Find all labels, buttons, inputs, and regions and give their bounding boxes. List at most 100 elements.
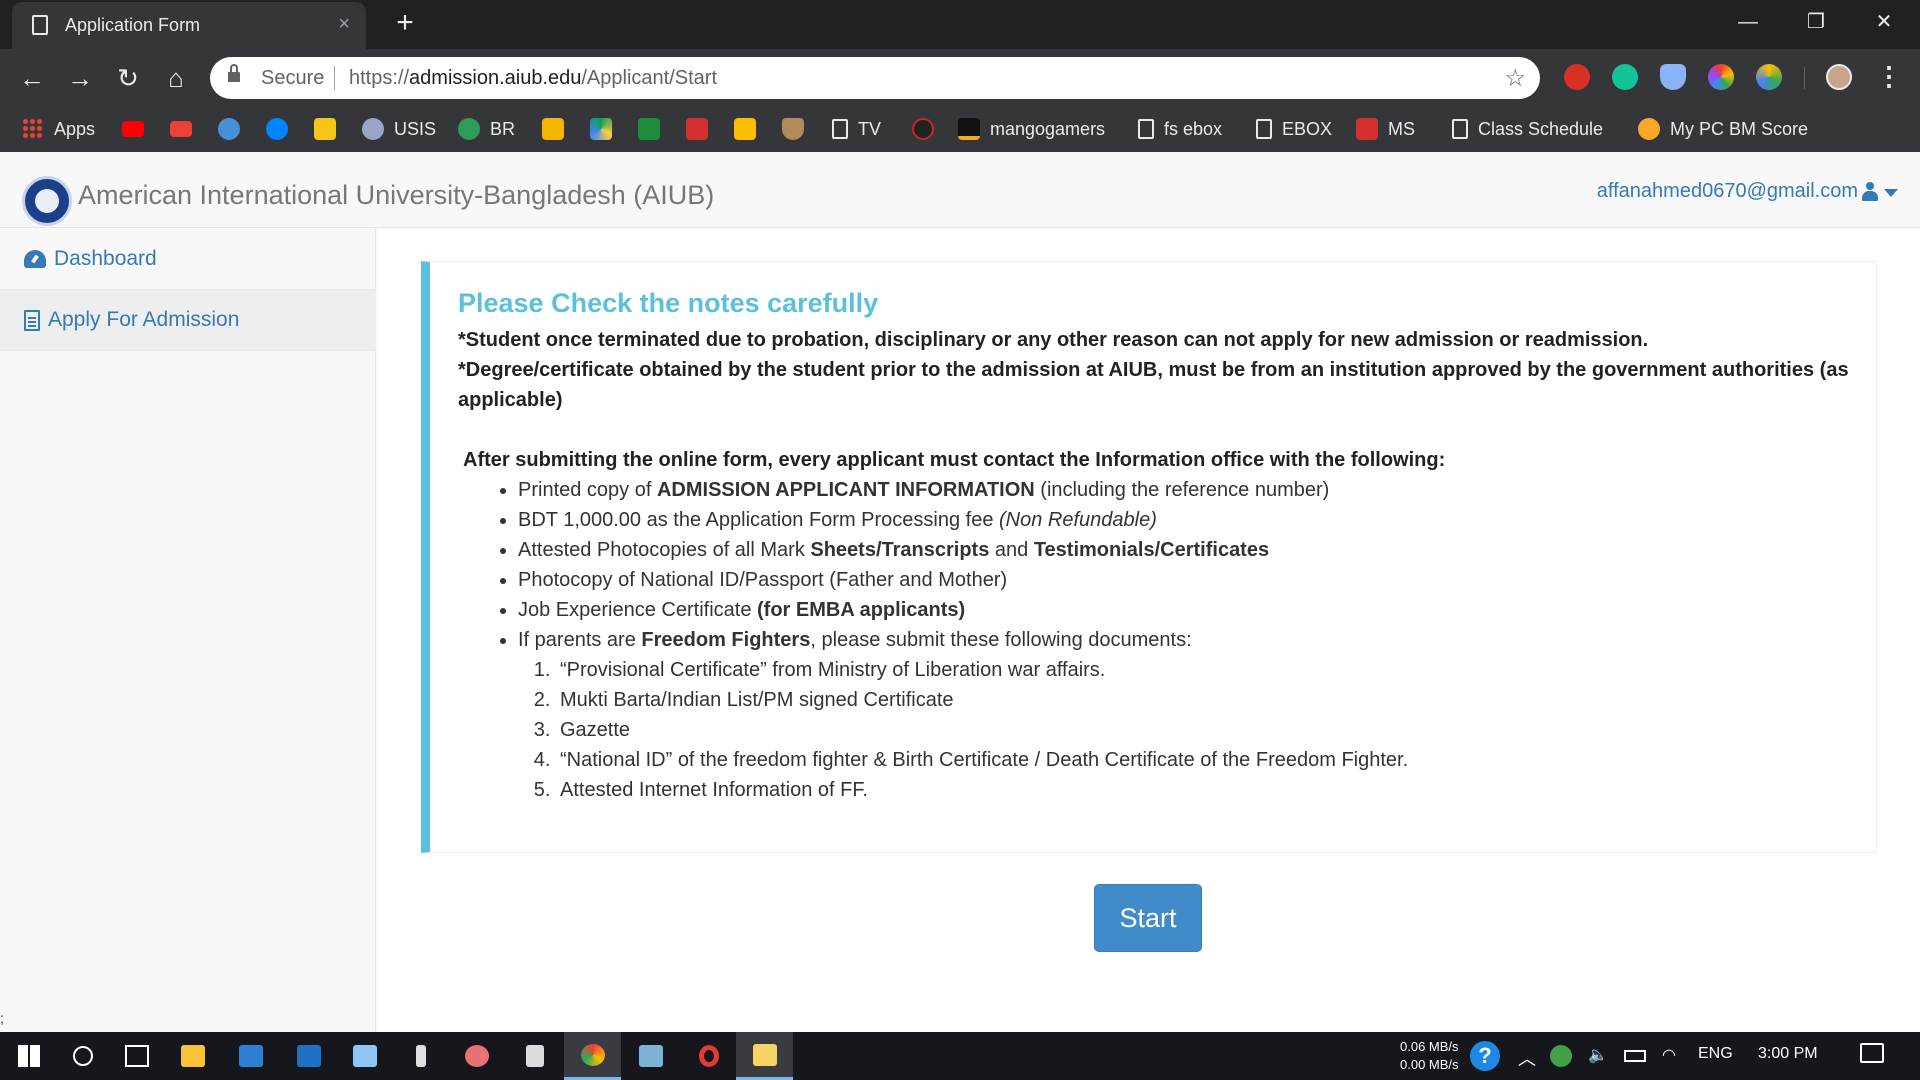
list-item: Photocopy of National ID/Passport (Fathe… bbox=[518, 565, 1852, 595]
main-content: Please Check the notes carefully *Studen… bbox=[377, 229, 1920, 1032]
close-window-button[interactable]: ✕ bbox=[1854, 4, 1914, 40]
lock-icon[interactable] bbox=[228, 64, 240, 83]
user-icon[interactable] bbox=[1862, 182, 1878, 202]
grammarly-extension-icon[interactable] bbox=[1612, 64, 1638, 90]
bookmark-mangogamers[interactable]: mangogamers bbox=[958, 116, 1105, 142]
wifi-icon[interactable]: ◠ bbox=[1662, 1045, 1676, 1065]
url-text[interactable]: https://admission.aiub.edu/Applicant/Sta… bbox=[349, 67, 717, 90]
taskbar-calculator[interactable] bbox=[506, 1032, 563, 1080]
profile-avatar[interactable] bbox=[1826, 64, 1852, 90]
sidebar-item-dashboard[interactable]: Dashboard bbox=[0, 229, 376, 290]
bookmark-tv[interactable]: TV bbox=[832, 116, 881, 142]
start-menu-button[interactable] bbox=[0, 1032, 57, 1080]
bookmark-symbolab[interactable] bbox=[686, 116, 708, 142]
reload-button[interactable]: ↻ bbox=[110, 60, 146, 96]
bookmark-tumblr[interactable] bbox=[218, 116, 240, 142]
google-extension-icon[interactable] bbox=[1756, 64, 1782, 90]
calculator-icon bbox=[525, 1045, 544, 1067]
bookmark-ebox[interactable]: EBOX bbox=[1256, 116, 1332, 142]
bookmark-apps[interactable]: Apps bbox=[22, 116, 95, 142]
bookmark-star-icon[interactable]: ☆ bbox=[1504, 64, 1526, 93]
taskbar-3d-viewer[interactable] bbox=[336, 1032, 393, 1080]
divider bbox=[334, 66, 335, 90]
list-item: If parents are Freedom Fighters, please … bbox=[518, 625, 1852, 655]
bookmark-dark[interactable] bbox=[912, 116, 934, 142]
bookmark-keep[interactable] bbox=[734, 116, 756, 142]
clock[interactable]: 3:00 PM bbox=[1758, 1045, 1818, 1063]
battery-icon[interactable] bbox=[1624, 1050, 1646, 1062]
stray-text: ; bbox=[0, 1010, 4, 1026]
apps-grid-icon bbox=[22, 118, 44, 140]
youtube-icon bbox=[122, 121, 144, 137]
action-center-icon[interactable] bbox=[1860, 1043, 1884, 1063]
minimize-button[interactable]: — bbox=[1718, 4, 1778, 40]
taskbar-j-app[interactable] bbox=[392, 1032, 449, 1080]
chrome-icon bbox=[580, 1043, 605, 1066]
keep-icon bbox=[734, 118, 756, 140]
help-icon[interactable]: ? bbox=[1470, 1041, 1500, 1071]
bookmark-gmail[interactable] bbox=[170, 116, 192, 142]
bookmark-br[interactable]: BR bbox=[458, 116, 515, 142]
restore-button[interactable]: ❐ bbox=[1786, 4, 1846, 40]
search-button[interactable] bbox=[54, 1032, 111, 1080]
color-wheel-extension-icon[interactable] bbox=[1708, 64, 1734, 90]
bookmark-classroom[interactable] bbox=[542, 116, 564, 142]
bookmark-class-schedule[interactable]: Class Schedule bbox=[1452, 116, 1603, 142]
start-button[interactable]: Start bbox=[1094, 884, 1202, 952]
cube-icon bbox=[352, 1045, 377, 1067]
requirements-lead: After submitting the online form, every … bbox=[463, 449, 1446, 471]
bookmark-fs-ebox[interactable]: fs ebox bbox=[1138, 116, 1222, 142]
aiub-logo[interactable] bbox=[22, 176, 72, 226]
bookmark-drive[interactable] bbox=[590, 116, 612, 142]
taskbar-opera[interactable] bbox=[680, 1032, 737, 1080]
messenger-icon bbox=[266, 118, 288, 140]
taskbar-app[interactable] bbox=[622, 1032, 679, 1080]
bookmark-green[interactable] bbox=[638, 116, 660, 142]
sidebar: Dashboard Apply For Admission bbox=[0, 229, 376, 1032]
address-bar[interactable]: Secure https://admission.aiub.edu/Applic… bbox=[210, 57, 1540, 99]
task-view-icon bbox=[124, 1045, 149, 1067]
taskbar-brain-app[interactable] bbox=[448, 1032, 505, 1080]
bookmark-messenger[interactable] bbox=[266, 116, 288, 142]
taskbar-control-panel[interactable] bbox=[222, 1032, 279, 1080]
page-icon bbox=[1452, 119, 1468, 139]
site-header: American International University-Bangla… bbox=[0, 152, 1920, 228]
task-view-button[interactable] bbox=[108, 1032, 165, 1080]
bookmark-shield[interactable] bbox=[782, 116, 804, 142]
sidebar-item-apply-for-admission[interactable]: Apply For Admission bbox=[0, 290, 376, 351]
site-brand[interactable]: American International University-Bangla… bbox=[78, 180, 714, 211]
show-hidden-icons-chevron-icon[interactable]: ︿ bbox=[1518, 1045, 1536, 1071]
bookmark-youtube[interactable] bbox=[122, 116, 144, 142]
home-button[interactable]: ⌂ bbox=[158, 60, 194, 96]
back-button[interactable]: ← bbox=[14, 60, 50, 96]
new-tab-button[interactable]: + bbox=[388, 6, 422, 40]
browser-tab[interactable]: Application Form × bbox=[12, 2, 366, 49]
user-email[interactable]: affanahmed0670@gmail.com bbox=[1597, 180, 1858, 203]
page-icon bbox=[832, 119, 848, 139]
browser-menu-icon[interactable]: ⋮ bbox=[1876, 61, 1902, 92]
dark-logo-icon bbox=[912, 118, 934, 140]
bookmark-bm-score[interactable]: My PC BM Score bbox=[1638, 116, 1808, 142]
bookmark-trophy[interactable] bbox=[314, 116, 336, 142]
taskbar-paint[interactable] bbox=[736, 1032, 793, 1080]
shield-extension-icon[interactable] bbox=[1660, 64, 1686, 90]
volume-icon[interactable]: 🔈 bbox=[1588, 1045, 1608, 1065]
chevron-down-icon[interactable] bbox=[1884, 189, 1898, 197]
bookmark-usis[interactable]: USIS bbox=[362, 116, 436, 142]
adblock-extension-icon[interactable] bbox=[1564, 64, 1590, 90]
forward-button[interactable]: → bbox=[62, 60, 98, 96]
opera-icon bbox=[698, 1045, 719, 1067]
bookmark-ms[interactable]: MS bbox=[1356, 116, 1415, 142]
web-page: American International University-Bangla… bbox=[0, 152, 1920, 1032]
tab-close-icon[interactable]: × bbox=[338, 13, 350, 36]
secure-label: Secure bbox=[261, 67, 325, 89]
folder-icon bbox=[180, 1045, 205, 1067]
taskbar-file-explorer[interactable] bbox=[164, 1032, 221, 1080]
tray-app-icon[interactable] bbox=[1550, 1045, 1572, 1067]
taskbar-store[interactable] bbox=[280, 1032, 337, 1080]
taskbar-chrome[interactable] bbox=[564, 1032, 621, 1080]
drive-icon bbox=[590, 118, 612, 140]
language-indicator[interactable]: ENG bbox=[1698, 1045, 1733, 1063]
recycle-icon bbox=[238, 1045, 263, 1067]
search-icon bbox=[72, 1046, 93, 1066]
